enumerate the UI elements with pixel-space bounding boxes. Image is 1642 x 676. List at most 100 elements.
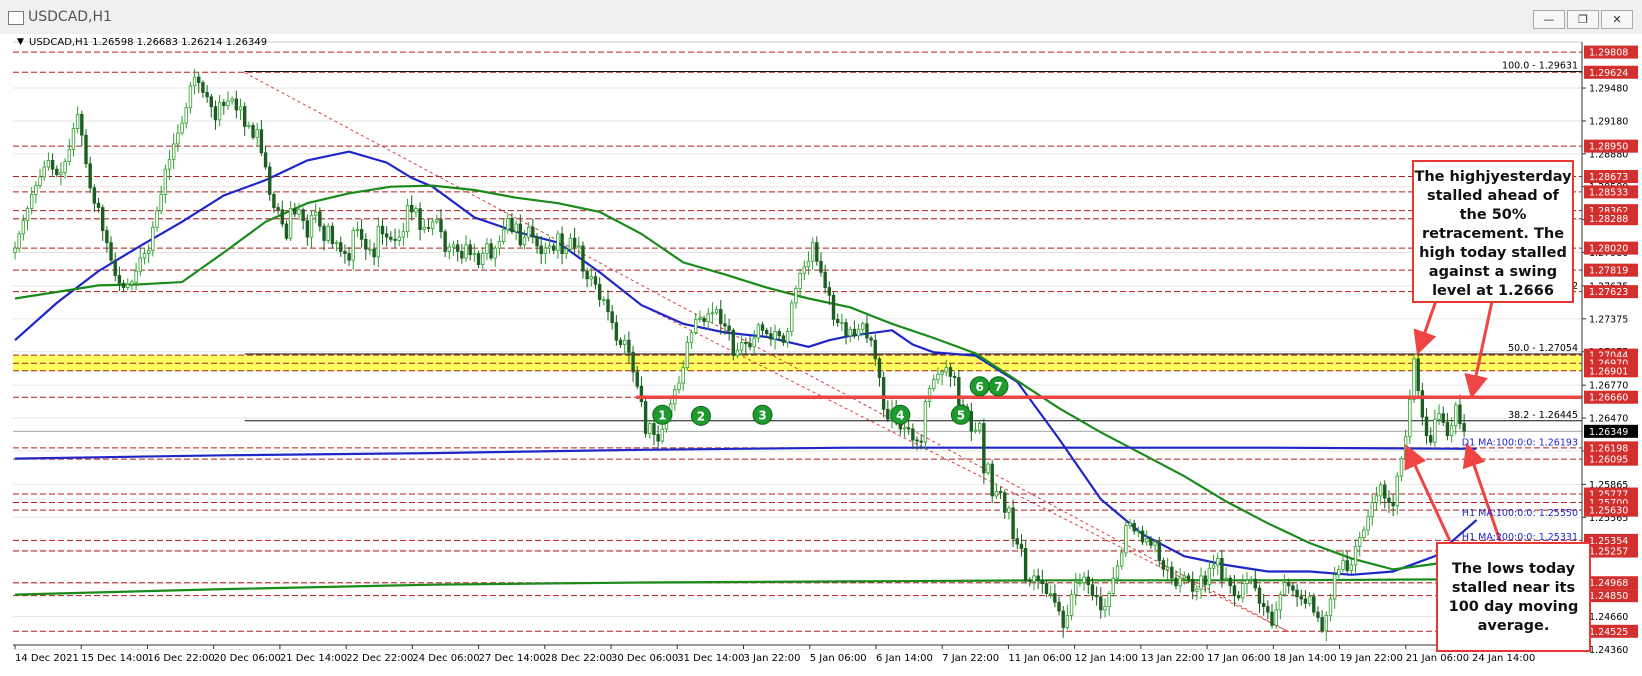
- candle-body: [948, 367, 953, 377]
- candle-body: [648, 423, 652, 434]
- candle-body: [209, 96, 213, 108]
- candle-body: [1107, 593, 1111, 608]
- price-level-tag-label: 1.26901: [1589, 366, 1628, 377]
- candle-body: [205, 92, 209, 98]
- x-tick-label: 6 Jan 14:00: [876, 653, 933, 664]
- x-tick-label: 19 Jan 22:00: [1340, 653, 1403, 664]
- candle-body: [835, 318, 840, 324]
- candle-body: [1119, 552, 1124, 567]
- price-level-tag-label: 1.28020: [1589, 244, 1628, 255]
- candle-body: [84, 134, 88, 165]
- candle-body: [50, 160, 55, 170]
- candle-body: [334, 242, 339, 245]
- candle-body: [756, 324, 761, 339]
- candle-body: [1282, 582, 1287, 595]
- y-tick-label: 1.29480: [1589, 84, 1628, 95]
- x-tick-label: 11 Jan 06:00: [1008, 653, 1071, 664]
- candle-body: [877, 358, 882, 378]
- candle-body: [514, 223, 518, 233]
- price-level-tag-label: 1.27623: [1589, 287, 1628, 298]
- swing-touch-number: 7: [994, 380, 1002, 394]
- candle-body: [293, 208, 297, 215]
- candle-body: [284, 223, 289, 239]
- candle-body: [59, 172, 63, 176]
- candle-body: [146, 249, 151, 254]
- candle-body: [606, 299, 610, 313]
- candle-body: [439, 219, 443, 233]
- candle-body: [1178, 577, 1182, 587]
- callout-low-stall: The lows today stalled near its 100 day …: [1436, 542, 1591, 652]
- x-tick-label: 21 Dec 14:00: [280, 653, 347, 664]
- candle-body: [1174, 577, 1178, 587]
- candle-body: [151, 226, 155, 251]
- candle-body: [982, 423, 986, 474]
- ma-value-label: H1 MA:100:0:0: 1.25550: [1462, 508, 1578, 519]
- candle-body: [263, 152, 268, 168]
- candle-body: [823, 271, 827, 288]
- candle-body: [1190, 578, 1195, 592]
- candle-body: [1462, 423, 1466, 432]
- candle-body: [247, 124, 251, 127]
- candle-body: [539, 245, 543, 254]
- candle-body: [1307, 596, 1312, 604]
- candle-body: [1103, 606, 1107, 611]
- candle-body: [998, 491, 1003, 494]
- candle-body: [977, 423, 982, 431]
- candle-body: [130, 281, 134, 285]
- candle-body: [1132, 522, 1136, 532]
- candle-body: [1341, 560, 1345, 570]
- candle-body: [572, 237, 577, 248]
- candle-body: [518, 223, 523, 246]
- price-chart[interactable]: 1234567 1.294801.291801.288801.285801.28…: [0, 34, 1642, 676]
- candle-body: [1366, 516, 1370, 531]
- candle-body: [1445, 422, 1450, 436]
- candle-body: [1199, 575, 1203, 590]
- price-level-tag-label: 1.28950: [1589, 142, 1628, 153]
- candle-body: [1345, 560, 1349, 571]
- candle-body: [1362, 529, 1366, 538]
- x-tick-label: 31 Dec 14:00: [677, 653, 744, 664]
- candle-body: [1433, 418, 1437, 443]
- candle-body: [932, 379, 936, 389]
- price-level-tag-label: 1.29624: [1589, 68, 1628, 79]
- candle-body: [455, 244, 460, 252]
- y-tick-label: 1.29180: [1589, 116, 1628, 127]
- candle-body: [1040, 579, 1045, 585]
- candle-body: [806, 260, 811, 268]
- price-level-tag-label: 1.25630: [1589, 506, 1628, 517]
- candle-body: [176, 132, 180, 145]
- candle-body: [1337, 568, 1341, 576]
- swing-touch-number: 3: [758, 408, 766, 422]
- candle-body: [389, 236, 393, 240]
- candle-body: [1161, 560, 1166, 570]
- candle-body: [1387, 497, 1391, 503]
- restore-button[interactable]: ❐: [1567, 10, 1599, 29]
- candle-body: [1182, 575, 1187, 579]
- candle-body: [936, 373, 940, 381]
- candle-body: [906, 427, 911, 430]
- close-button[interactable]: ✕: [1601, 10, 1633, 29]
- minimize-button[interactable]: —: [1533, 10, 1565, 29]
- candle-body: [1416, 358, 1420, 392]
- candle-body: [635, 371, 639, 387]
- candle-body: [126, 283, 130, 288]
- candle-body: [330, 225, 335, 245]
- candle-body: [1028, 579, 1032, 582]
- candle-body: [451, 244, 456, 248]
- candle-body: [1048, 593, 1053, 595]
- candle-body: [1395, 475, 1400, 507]
- candle-body: [1019, 543, 1024, 549]
- candle-body: [305, 220, 310, 238]
- symbol-menu-icon[interactable]: ▼: [17, 37, 24, 47]
- candle-body: [844, 322, 848, 337]
- candle-body: [1086, 576, 1090, 586]
- x-tick-label: 27 Dec 14:00: [479, 653, 546, 664]
- candle-body: [773, 331, 777, 340]
- candle-body: [802, 266, 806, 274]
- candle-body: [1370, 502, 1374, 518]
- candle-body: [739, 342, 744, 351]
- candle-body: [702, 317, 706, 322]
- candle-body: [1324, 614, 1329, 632]
- x-tick-label: 16 Dec 22:00: [147, 653, 214, 664]
- candle-body: [589, 276, 594, 280]
